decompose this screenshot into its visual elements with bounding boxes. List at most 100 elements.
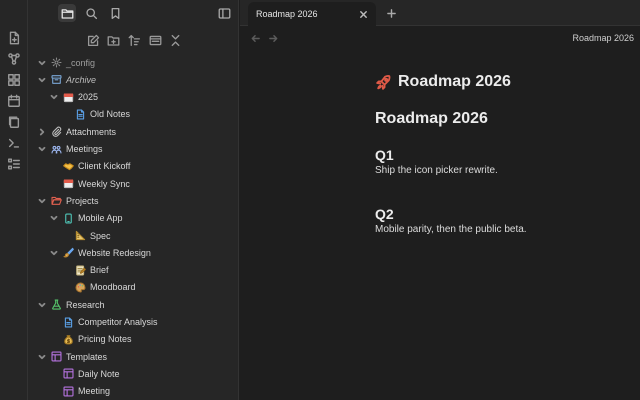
tree-item-label: Brief	[90, 265, 109, 276]
tree-item-label: Moodboard	[90, 282, 136, 293]
back-arrow-icon[interactable]	[250, 33, 260, 43]
tree-file[interactable]: Brief	[61, 262, 109, 279]
tab-bar: Roadmap 2026	[240, 0, 640, 26]
paragraph-q1: Ship the icon picker rewrite.	[375, 165, 498, 176]
tree-item-label: Weekly Sync	[78, 178, 130, 189]
tree-folder[interactable]: Projects	[37, 192, 99, 209]
view-header-title[interactable]: Roadmap 2026	[572, 33, 634, 43]
tree-item-label: Old Notes	[90, 109, 131, 120]
tree-file[interactable]: Moodboard	[61, 279, 136, 296]
chevron-right-icon[interactable]	[37, 127, 47, 137]
files-folder-icon[interactable]	[58, 4, 76, 22]
outline-list-icon[interactable]	[7, 157, 21, 171]
rocket-icon[interactable]	[375, 74, 392, 91]
chevron-down-icon[interactable]	[37, 144, 47, 154]
tree-file[interactable]: Old Notes	[61, 106, 130, 123]
close-icon[interactable]	[358, 9, 368, 19]
file-explorer-sidebar: _config Archive 2025 Old Notes Attachments Me…	[28, 0, 239, 400]
tree-item-label: Client Kickoff	[78, 161, 131, 172]
tree-folder[interactable]: Meetings	[37, 141, 103, 158]
forward-arrow-icon[interactable]	[268, 33, 278, 43]
graph-view-icon[interactable]	[7, 52, 21, 66]
tree-file[interactable]: Weekly Sync	[49, 175, 130, 192]
tree-folder[interactable]: Attachments	[37, 123, 116, 140]
inline-title-text[interactable]: Roadmap 2026	[398, 73, 511, 91]
bookmark-icon[interactable]	[106, 4, 124, 22]
template-icon	[63, 368, 74, 379]
chevron-down-icon[interactable]	[49, 248, 59, 258]
tree-item-label: Meeting	[78, 386, 111, 397]
new-note-button-icon[interactable]	[86, 33, 100, 47]
tree-item-label: _config	[66, 57, 96, 68]
inline-title: Roadmap 2026	[375, 70, 511, 94]
tree-file[interactable]: Client Kickoff	[49, 158, 130, 175]
chevron-down-icon[interactable]	[49, 92, 59, 102]
tree-folder[interactable]: Mobile App	[49, 210, 123, 227]
tree-folder[interactable]: Templates	[37, 348, 107, 365]
chevron-down-icon[interactable]	[37, 58, 47, 68]
tree-item-label: Pricing Notes	[78, 334, 132, 345]
calendar-icon	[63, 92, 74, 103]
templates-icon[interactable]	[7, 115, 21, 129]
chevron-down-icon[interactable]	[37, 75, 47, 85]
new-folder-icon[interactable]	[106, 33, 120, 47]
tree-item-label: Research	[66, 299, 105, 310]
archive-box-icon	[51, 74, 62, 85]
chevron-down-icon[interactable]	[49, 213, 59, 223]
tree-item-label: Templates	[66, 351, 108, 362]
heading-1: Roadmap 2026	[375, 110, 488, 127]
tree-item-label: Daily Note	[78, 368, 120, 379]
tree-folder[interactable]: Archive	[37, 71, 96, 88]
tree-item-label: Spec	[90, 230, 111, 241]
sidebar-tab-strip	[28, 0, 239, 26]
sidebar-toggle-icon[interactable]	[215, 4, 233, 22]
tab-roadmap-2026[interactable]: Roadmap 2026	[248, 2, 376, 26]
people-icon	[51, 144, 62, 155]
tree-file[interactable]: Pricing Notes	[49, 331, 132, 348]
paintbrush-icon	[63, 247, 74, 258]
chevron-down-icon[interactable]	[37, 352, 47, 362]
tree-folder[interactable]: 2025	[49, 89, 98, 106]
tree-file[interactable]: Daily Note	[49, 365, 120, 382]
auto-reveal-icon[interactable]	[148, 33, 162, 47]
new-tab-plus-icon[interactable]	[386, 8, 396, 18]
gear-icon	[51, 57, 62, 68]
new-note-icon[interactable]	[7, 31, 21, 45]
search-icon[interactable]	[82, 4, 100, 22]
tree-item-label: Meetings	[66, 144, 103, 154]
collapse-all-icon[interactable]	[168, 33, 182, 47]
tree-item-label: 2025	[78, 92, 99, 103]
tree-item-label: Competitor Analysis	[78, 317, 158, 327]
ruler-icon	[75, 230, 86, 241]
tree-file[interactable]: Competitor Analysis	[49, 314, 158, 331]
file-icon	[63, 316, 74, 328]
chevron-down-icon[interactable]	[37, 300, 47, 310]
flask-icon	[51, 299, 62, 310]
canvas-icon[interactable]	[7, 73, 21, 87]
template-icon	[63, 386, 74, 397]
tree-item-label: Mobile App	[78, 213, 123, 224]
tree-folder[interactable]: Website Redesign	[49, 244, 151, 261]
tree-folder[interactable]: _config	[37, 54, 95, 71]
tree-file[interactable]: Meeting	[49, 383, 110, 400]
chevron-down-icon[interactable]	[37, 196, 47, 206]
daily-note-calendar-icon[interactable]	[7, 94, 21, 108]
calendar-icon	[63, 178, 74, 189]
command-palette-icon[interactable]	[7, 136, 21, 150]
heading-q2: Q2	[375, 206, 394, 222]
phone-icon	[63, 213, 74, 224]
tree-folder[interactable]: Research	[37, 296, 105, 313]
tree-item-label: Attachments	[66, 126, 117, 137]
file-icon	[75, 109, 86, 120]
sort-order-icon[interactable]	[127, 33, 141, 47]
tree-file[interactable]: Spec	[61, 227, 111, 244]
folder-open-icon	[51, 195, 62, 206]
